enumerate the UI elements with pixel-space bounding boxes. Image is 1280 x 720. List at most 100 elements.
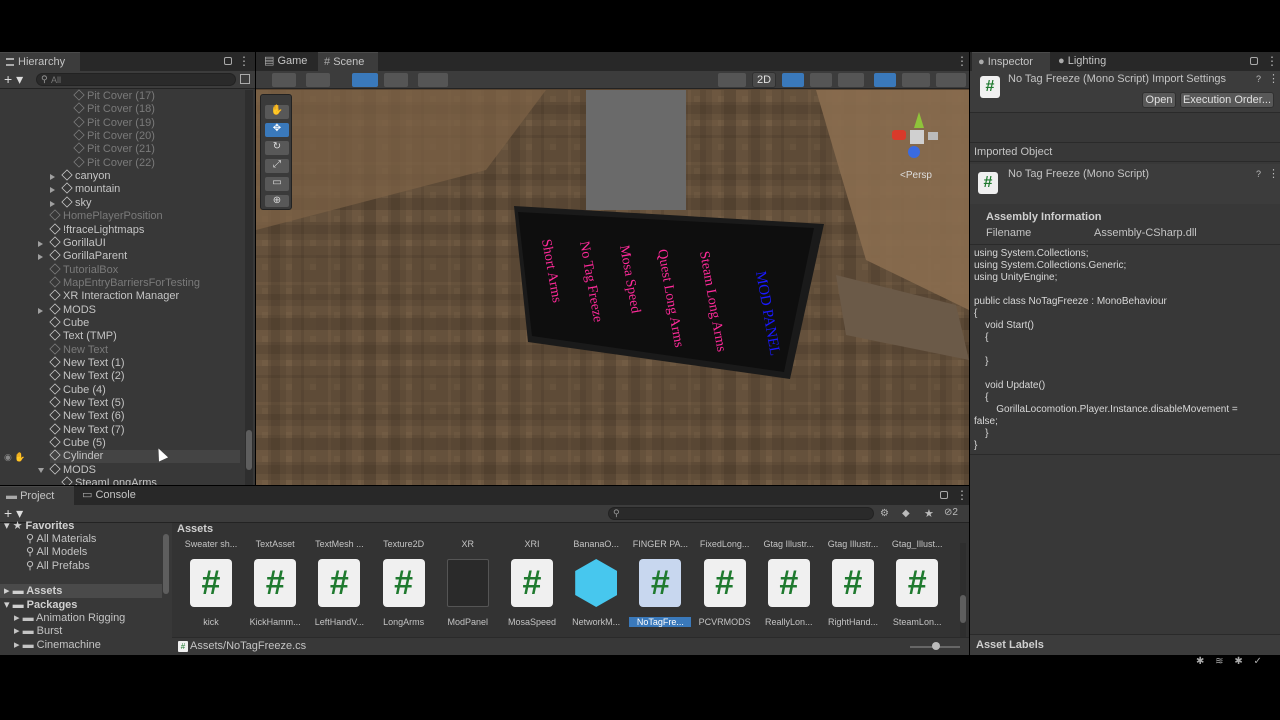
hierarchy-item[interactable]: Cube (4) <box>49 383 106 397</box>
hierarchy-item[interactable]: Cylinder <box>49 449 240 464</box>
persp-label[interactable]: <Persp <box>900 170 932 181</box>
hierarchy-item[interactable]: XR Interaction Manager <box>49 289 179 303</box>
folder-tree-scrollbar[interactable] <box>163 534 169 594</box>
hierarchy-item[interactable]: Pit Cover (17) <box>73 89 155 103</box>
hierarchy-item[interactable]: Pit Cover (20) <box>73 129 155 143</box>
collapsed-arrow-icon[interactable] <box>38 254 43 261</box>
check-circle-icon[interactable]: ✓ <box>1254 656 1262 667</box>
hierarchy-item[interactable]: New Text (1) <box>49 356 125 370</box>
tab-game[interactable]: ▤ Game <box>258 52 316 71</box>
execution-order-button[interactable]: Execution Order... <box>1180 92 1274 108</box>
hierarchy-item[interactable]: New Text (5) <box>49 396 125 410</box>
hierarchy-item[interactable]: Text (TMP) <box>49 329 117 343</box>
hierarchy-scroll-thumb[interactable] <box>246 430 252 470</box>
layers-icon[interactable]: ≋ <box>1215 656 1223 667</box>
hand-tool-icon[interactable]: ✋ <box>265 105 289 119</box>
help-icon[interactable]: ? <box>1256 74 1261 84</box>
hierarchy-item[interactable]: MODS <box>49 302 96 317</box>
breadcrumb[interactable]: Assets <box>177 523 213 535</box>
zoom-slider[interactable] <box>910 642 960 650</box>
hierarchy-item[interactable]: Cube <box>49 316 89 330</box>
asset-item[interactable]: Texture2D # LongArms <box>373 539 435 635</box>
tab-project[interactable]: ▬ Project <box>0 486 74 505</box>
asset-item[interactable]: XRI # MosaSpeed <box>501 539 563 635</box>
search-by-type-icon[interactable]: ⚙ <box>880 508 889 519</box>
bug-icon[interactable]: ✱ <box>1196 656 1204 667</box>
project-menu-icon[interactable]: ⋮ <box>956 488 968 502</box>
hierarchy-item[interactable]: HomePlayerPosition <box>49 209 163 223</box>
asset-item[interactable]: Sweater sh... # kick <box>180 539 242 635</box>
move-tool-icon[interactable]: ✥ <box>265 123 289 137</box>
hierarchy-scrollbar[interactable] <box>245 90 253 485</box>
hierarchy-item[interactable]: New Text (6) <box>49 409 125 423</box>
scale-tool-icon[interactable]: ⤢ <box>265 159 289 173</box>
orientation-icon[interactable] <box>718 73 746 87</box>
asset-grid-scrollbar[interactable] <box>960 543 966 639</box>
tab-scene[interactable]: # Scene <box>318 52 378 71</box>
asset-grid-scroll-thumb[interactable] <box>960 595 966 623</box>
script-menu-icon[interactable]: ⋮ <box>1268 167 1279 180</box>
hierarchy-item[interactable]: Cube (5) <box>49 436 106 450</box>
menu-icon[interactable]: ⋮ <box>238 54 250 68</box>
scene-viewport[interactable]: Short Arms No Tag Freeze Mosa Speed Quest L… <box>256 90 969 485</box>
open-button[interactable]: Open <box>1142 92 1176 108</box>
hierarchy-item[interactable]: sky <box>61 196 92 210</box>
hierarchy-item[interactable]: mountain <box>61 182 120 196</box>
camera-icon[interactable] <box>902 73 930 87</box>
asset-item[interactable]: FixedLong... # PCVRMODS <box>694 539 756 635</box>
effects-icon[interactable] <box>838 73 864 87</box>
gizmos-icon[interactable] <box>936 73 966 87</box>
collapsed-arrow-icon[interactable] <box>38 240 43 247</box>
transform-tool-icon[interactable]: ⊕ <box>265 195 289 207</box>
hierarchy-item[interactable]: canyon <box>61 169 110 183</box>
gizmo-y-axis[interactable] <box>914 112 924 128</box>
asset-item[interactable]: Gtag Illustr... # ReallyLon... <box>758 539 820 635</box>
script-help-icon[interactable]: ? <box>1256 169 1261 179</box>
hierarchy-item[interactable]: Pit Cover (19) <box>73 116 155 130</box>
inspector-menu-icon[interactable]: ⋮ <box>1266 54 1278 68</box>
hierarchy-item[interactable]: !ftraceLightmaps <box>49 222 144 237</box>
rotate-tool-icon[interactable]: ↻ <box>265 141 289 155</box>
tab-inspector[interactable]: ● Inspector <box>972 52 1050 71</box>
draw-mode-icon[interactable] <box>272 73 296 87</box>
asset-item[interactable]: XR ModPanel <box>437 539 499 635</box>
inspector-lock-icon[interactable] <box>1250 57 1258 65</box>
hierarchy-item[interactable]: Pit Cover (21) <box>73 142 155 156</box>
tab-lighting[interactable]: ● Lighting <box>1052 52 1132 71</box>
hierarchy-item[interactable]: SteamLongArms <box>61 476 157 485</box>
asset-item[interactable]: TextMesh ... # LeftHandV... <box>308 539 370 635</box>
gizmo-neg-x[interactable] <box>928 132 938 140</box>
toggle-2d-button[interactable]: 2D <box>752 72 776 88</box>
hidden-objects-icon[interactable] <box>874 73 896 87</box>
expanded-arrow-icon[interactable] <box>38 467 44 473</box>
pkg-animation-rigging[interactable]: ▸ ▬ Animation Rigging <box>14 611 125 624</box>
fav-all-prefabs[interactable]: ⚲ All Prefabs <box>26 559 90 572</box>
orientation-gizmo[interactable] <box>892 112 944 164</box>
collapsed-arrow-icon[interactable] <box>50 200 55 207</box>
scene-menu-icon[interactable]: ⋮ <box>956 54 968 68</box>
lock-icon[interactable] <box>224 57 232 65</box>
network-icon[interactable]: ✱ <box>1234 656 1242 667</box>
grid-snap-icon[interactable] <box>352 73 378 87</box>
rect-tool-icon[interactable]: ▭ <box>265 177 289 191</box>
collapsed-arrow-icon[interactable] <box>50 174 55 181</box>
project-lock-icon[interactable] <box>940 491 948 499</box>
asset-labels-bar[interactable]: Asset Labels <box>970 634 1280 655</box>
asset-item[interactable]: TextAsset # KickHamm... <box>244 539 306 635</box>
hierarchy-item[interactable]: MapEntryBarriersForTesting <box>49 276 200 290</box>
hierarchy-item[interactable]: TutorialBox <box>49 262 118 277</box>
gizmo-center[interactable] <box>910 130 924 144</box>
hierarchy-item[interactable]: MODS <box>49 463 96 477</box>
hierarchy-item[interactable]: Pit Cover (22) <box>73 156 155 170</box>
audio-toggle-icon[interactable] <box>810 73 832 87</box>
hierarchy-search-input[interactable]: ⚲ All <box>36 73 236 86</box>
asset-item[interactable]: BananaO... NetworkM... <box>565 539 627 635</box>
asset-item[interactable]: Gtag_Illust... # SteamLon... <box>886 539 948 635</box>
lighting-toggle-icon[interactable] <box>782 73 804 87</box>
asset-item[interactable]: FINGER PA... # NoTagFre... <box>629 539 692 635</box>
zoom-slider-thumb[interactable] <box>932 642 940 650</box>
favorites-header[interactable]: ▾ ★ Favorites <box>4 519 74 532</box>
header-menu-icon[interactable]: ⋮ <box>1268 72 1279 85</box>
snap-icon[interactable] <box>384 73 408 87</box>
visibility-eye-icon[interactable]: ◉ ✋ <box>4 452 26 463</box>
